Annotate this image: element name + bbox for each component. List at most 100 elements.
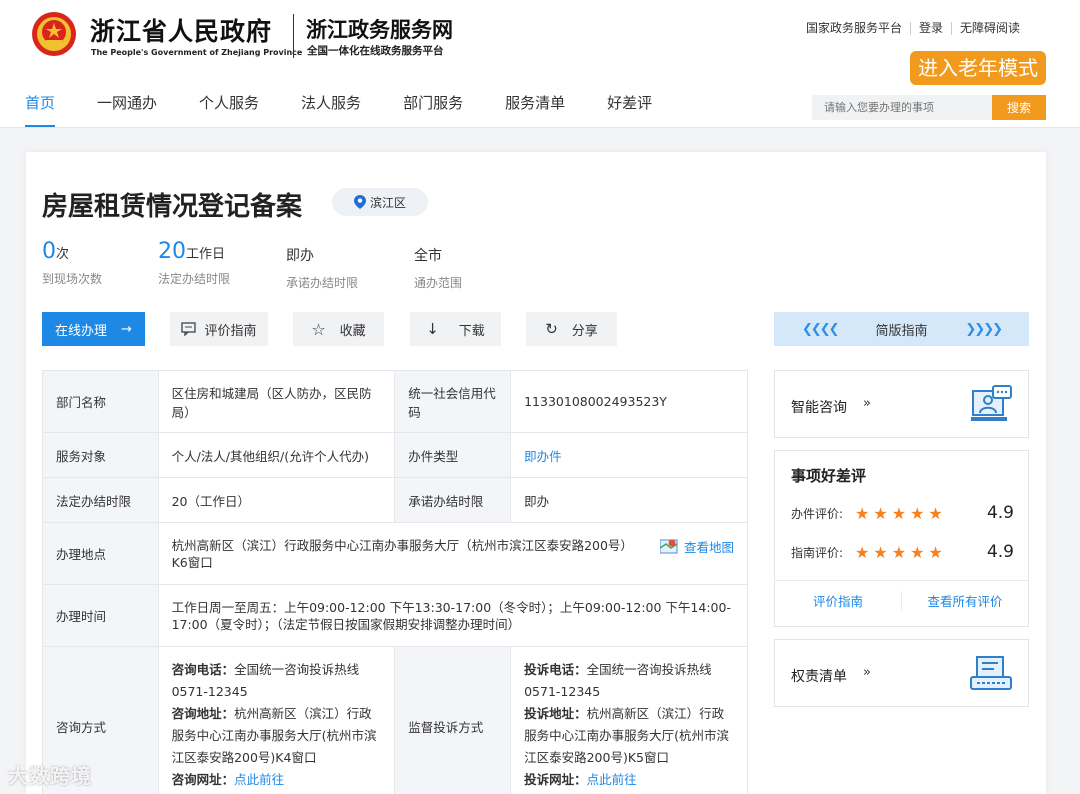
smart-consult-label: 智能咨询 (791, 400, 847, 416)
stat-label: 法定办结时限 (158, 272, 231, 286)
stat-scope: 全市 通办范围 (414, 238, 462, 291)
share-button[interactable]: ↻ 分享 (526, 312, 617, 346)
responsibility-label: 权责清单 (791, 669, 847, 685)
action-buttons: 在线办理 → 评价指南 ☆ 收藏 ↓ 下载 ↻ 分享 (42, 312, 617, 346)
target-value: 个人/法人/其他组织/(允许个人代办) (157, 432, 396, 478)
promise-limit-label: 承诺办结时限 (394, 477, 512, 523)
stat-label: 到现场次数 (42, 272, 103, 286)
login-link[interactable]: 登录 (909, 22, 951, 35)
type-label: 办件类型 (394, 432, 512, 478)
item-title: 房屋租赁情况登记备案 (42, 192, 303, 222)
legal-limit-value: 20（工作日） (157, 477, 396, 523)
brief-guide-button[interactable]: ❮❮❮❮ 简版指南 ❯❯❯❯ (774, 312, 1029, 346)
nav-legal-person[interactable]: 法人服务 (301, 92, 361, 122)
complain-cell: 投诉电话：全国统一咨询投诉热线0571-12345 投诉地址：杭州高新区（滨江）… (510, 646, 748, 794)
map-icon (659, 539, 678, 554)
hours-label: 办理时间 (42, 584, 159, 647)
consult-website: 咨询网址：点此前往 (172, 769, 382, 791)
table-row: 办理地点 查看地图 杭州高新区（滨江）行政服务中心江南办事服务大厅（杭州市滨江区… (42, 522, 749, 585)
consult-phone: 咨询电话：全国统一咨询投诉热线0571-12345 (172, 659, 382, 703)
all-reviews-link[interactable]: 查看所有评价 (901, 591, 1028, 610)
nav-evaluation[interactable]: 好差评 (607, 92, 652, 122)
legal-limit-label: 法定办结时限 (42, 477, 159, 523)
evaluation-guide-button[interactable]: 评价指南 (170, 312, 268, 346)
table-row: 办理时间 工作日周一至周五：上午09:00-12:00 下午13:30-17:0… (42, 584, 749, 647)
table-row: 法定办结时限 20（工作日） 承诺办结时限 即办 (42, 477, 748, 523)
download-icon: ↓ (426, 320, 439, 338)
gov-name-english: The People's Government of Zhejiang Prov… (91, 48, 303, 57)
search-box: 搜索 (812, 95, 1046, 120)
stat-value: 全市 (414, 248, 442, 264)
site-name[interactable]: 浙江政务服务网 (306, 14, 453, 44)
stat-label: 通办范围 (414, 276, 463, 290)
case-rating-stars-icon: ★★★★★ (855, 503, 947, 523)
stat-visits: 0次 到现场次数 (42, 238, 108, 291)
elder-mode-button[interactable]: 进入老年模式 (910, 51, 1046, 85)
view-map-link[interactable]: 查看地图 (659, 537, 734, 556)
consult-addr-label: 咨询地址： (171, 706, 235, 721)
national-emblem-icon (32, 12, 76, 56)
favorite-button[interactable]: ☆ 收藏 (293, 312, 384, 346)
stat-unit: 次 (56, 247, 70, 262)
complain-website: 投诉网址：点此前往 (524, 769, 734, 791)
stat-legal-limit: 20工作日 法定办结时限 (158, 238, 236, 291)
view-map-label: 查看地图 (683, 539, 734, 555)
download-button[interactable]: ↓ 下载 (410, 312, 501, 346)
location-cell: 查看地图 杭州高新区（滨江）行政服务中心江南办事服务大厅（杭州市滨江区泰安路20… (157, 522, 749, 585)
double-chevron-right-icon: ❯❯❯❯ (965, 321, 1003, 337)
chevron-right-icon: » (863, 396, 871, 411)
online-apply-label: 在线办理 (55, 323, 108, 339)
rating-links: 评价指南 查看所有评价 (775, 580, 1028, 620)
complain-addr-label: 投诉地址： (524, 706, 587, 721)
nav-home[interactable]: 首页 (25, 92, 56, 127)
location-value: 杭州高新区（滨江）行政服务中心江南办事服务大厅（杭州市滨江区泰安路200号）K6… (171, 537, 627, 570)
evaluation-guide-link[interactable]: 评价指南 (775, 591, 901, 610)
smart-consult-panel[interactable]: 智能咨询 » (774, 370, 1029, 438)
target-label: 服务对象 (42, 432, 159, 478)
case-rating-label: 办件评价: (791, 506, 844, 521)
watermark: 大数跨境 (8, 764, 92, 788)
type-value-link[interactable]: 即办件 (510, 432, 748, 478)
national-platform-link[interactable]: 国家政务服务平台 (798, 22, 910, 35)
region-badge[interactable]: 滨江区 (332, 188, 428, 216)
guide-rating-stars-icon: ★★★★★ (855, 542, 947, 562)
nav-service-list[interactable]: 服务清单 (505, 92, 565, 122)
table-row: 服务对象 个人/法人/其他组织/(允许个人代办) 办件类型 即办件 (42, 432, 748, 478)
item-detail-card: 房屋租赁情况登记备案 滨江区 0次 到现场次数 20工作日 法定办结时限 即办 … (26, 152, 1046, 794)
nav-personal[interactable]: 个人服务 (199, 92, 259, 122)
stat-value: 0 (42, 239, 56, 264)
table-row: 部门名称 区住房和城建局（区人防办，区民防局） 统一社会信用代码 1133010… (42, 370, 748, 433)
stat-value: 20 (158, 239, 186, 264)
complain-address: 投诉地址：杭州高新区（滨江）行政服务中心江南办事服务大厅(杭州市滨江区泰安路20… (524, 703, 734, 769)
dept-value: 区住房和城建局（区人防办，区民防局） (157, 370, 396, 433)
share-label: 分享 (571, 323, 598, 339)
consult-web-link[interactable]: 点此前往 (234, 772, 284, 787)
arrow-right-icon: → (121, 321, 132, 337)
guide-rating-score: 4.9 (986, 542, 1014, 562)
search-button[interactable]: 搜索 (992, 95, 1046, 120)
chevron-right-icon: » (863, 665, 871, 680)
nav-one-stop[interactable]: 一网通办 (97, 92, 157, 122)
online-apply-button[interactable]: 在线办理 → (42, 312, 145, 346)
evaluation-guide-label: 评价指南 (204, 323, 257, 339)
favorite-label: 收藏 (339, 323, 366, 339)
accessibility-link[interactable]: 无障碍阅读 (950, 22, 1028, 35)
promise-limit-value: 即办 (510, 477, 748, 523)
brief-guide-label: 简版指南 (875, 323, 928, 339)
gov-name: 浙江省人民政府 (90, 17, 273, 46)
location-label: 办理地点 (42, 522, 159, 585)
complain-phone: 投诉电话：全国统一咨询投诉热线0571-12345 (524, 659, 734, 703)
consult-address: 咨询地址：杭州高新区（滨江）行政服务中心江南办事服务大厅(杭州市滨江区泰安路20… (172, 703, 382, 769)
search-input[interactable] (812, 95, 992, 120)
site-subtitle: 全国一体化在线政务服务平台 (307, 45, 444, 57)
complain-phone-label: 投诉电话： (524, 662, 587, 677)
dept-label: 部门名称 (42, 370, 159, 433)
stat-unit: 工作日 (186, 247, 226, 262)
consult-phone-label: 咨询电话： (171, 662, 235, 677)
responsibility-list-panel[interactable]: 权责清单 » (774, 639, 1029, 707)
nav-department[interactable]: 部门服务 (403, 92, 463, 122)
complain-web-link[interactable]: 点此前往 (587, 772, 637, 787)
document-list-icon (970, 656, 1012, 690)
table-row: 咨询方式 咨询电话：全国统一咨询投诉热线0571-12345 咨询地址：杭州高新… (42, 646, 748, 794)
top-links: 国家政务服务平台 登录 无障碍阅读 (798, 22, 1028, 35)
